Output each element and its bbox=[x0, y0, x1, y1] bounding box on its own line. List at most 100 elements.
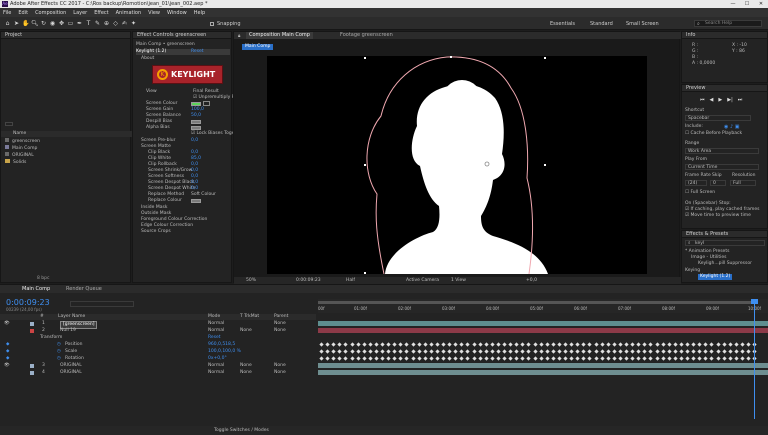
keyframe-icon[interactable] bbox=[465, 342, 471, 347]
search-icon[interactable] bbox=[5, 122, 13, 126]
keyframe-icon[interactable] bbox=[459, 342, 464, 347]
keyframe-icon[interactable] bbox=[410, 349, 416, 354]
keyframe-icon[interactable] bbox=[362, 342, 367, 347]
keyframe-icon[interactable] bbox=[679, 356, 684, 361]
keyframe-icon[interactable] bbox=[557, 356, 562, 361]
keyframe-icon[interactable] bbox=[740, 356, 745, 361]
stopwatch-icon[interactable]: ◷ bbox=[57, 356, 61, 362]
visibility-eye-icon[interactable]: 👁︎ bbox=[4, 363, 10, 369]
keyframe-icon[interactable] bbox=[484, 356, 489, 361]
table-row[interactable]: ◆ ◷ Rotation 0x+0,0° bbox=[0, 356, 316, 362]
keyframe-icon[interactable] bbox=[331, 356, 336, 361]
keyframe-icon[interactable] bbox=[429, 342, 434, 347]
keyframe-icon[interactable] bbox=[648, 356, 654, 361]
col-mode[interactable]: Mode bbox=[208, 314, 220, 320]
keyframe-icon[interactable] bbox=[697, 349, 702, 354]
keyframe-icon[interactable] bbox=[551, 349, 556, 354]
zoom-tool-icon[interactable]: 🔍︎ bbox=[31, 20, 39, 27]
camera-dropdown[interactable]: Active Camera bbox=[406, 277, 439, 284]
keyframe-icon[interactable] bbox=[496, 342, 501, 347]
hand-tool-icon[interactable]: ✋ bbox=[22, 20, 29, 27]
keyframe-icon[interactable] bbox=[593, 342, 599, 347]
keyframe-icon[interactable] bbox=[520, 356, 525, 361]
keyframe-icon[interactable] bbox=[447, 342, 452, 347]
keyframe-icon[interactable] bbox=[703, 349, 708, 354]
keyframe-icon[interactable] bbox=[697, 342, 702, 347]
effects-search-input[interactable]: ⌕ keyl bbox=[685, 240, 765, 246]
about-label[interactable]: About bbox=[141, 56, 154, 62]
keyframe-icon[interactable] bbox=[502, 342, 507, 347]
menu-effect[interactable]: Effect bbox=[94, 10, 108, 16]
keyframe-icon[interactable] bbox=[728, 342, 733, 347]
col-parent[interactable]: Parent bbox=[274, 314, 288, 320]
keyframe-icon[interactable] bbox=[508, 356, 513, 361]
project-tab[interactable]: Project bbox=[1, 32, 130, 39]
keyframe-icon[interactable] bbox=[362, 349, 367, 354]
frame-rate-dropdown[interactable]: (24) bbox=[685, 180, 707, 186]
include-video-icon[interactable]: ◉ ♪ ▣ bbox=[724, 124, 739, 130]
keyframe-icon[interactable] bbox=[691, 342, 696, 347]
keyframe-icon[interactable] bbox=[667, 342, 672, 347]
keyframe-icon[interactable] bbox=[349, 349, 355, 354]
keyframe-icon[interactable] bbox=[465, 349, 471, 354]
move-time-checkbox[interactable]: ☑ Move time to preview time bbox=[685, 213, 751, 219]
keyframe-icon[interactable] bbox=[343, 342, 349, 347]
col-layer-name[interactable]: Layer Name bbox=[58, 314, 85, 320]
selection-tool-icon[interactable]: ➤ bbox=[13, 20, 20, 27]
keyframe-icon[interactable] bbox=[398, 356, 403, 361]
fullscreen-checkbox[interactable]: ☐ Full Screen bbox=[685, 190, 715, 196]
visibility-eye-icon[interactable]: 👁︎ bbox=[4, 321, 10, 327]
rotate-tool-icon[interactable]: ↻ bbox=[40, 20, 47, 27]
keyframe-icon[interactable] bbox=[404, 356, 410, 361]
keyframe-icon[interactable] bbox=[746, 349, 751, 354]
table-row[interactable]: 2 Null 19 Normal None None bbox=[0, 328, 316, 334]
layer-bar[interactable] bbox=[318, 328, 768, 333]
keyframe-icon[interactable] bbox=[691, 356, 696, 361]
keyframe-icon[interactable] bbox=[380, 356, 385, 361]
keyframe-icon[interactable] bbox=[538, 356, 544, 361]
keyframe-icon[interactable] bbox=[721, 349, 727, 354]
keyframe-icon[interactable] bbox=[715, 342, 721, 347]
layer-bar[interactable] bbox=[318, 321, 768, 326]
workspace-standard[interactable]: Standard bbox=[590, 21, 613, 27]
keyframe-icon[interactable] bbox=[349, 342, 355, 347]
keyframe-icon[interactable] bbox=[410, 342, 416, 347]
keyframe-icon[interactable] bbox=[325, 356, 330, 361]
comp-viewer-canvas[interactable] bbox=[267, 56, 647, 274]
keyframe-icon[interactable] bbox=[532, 349, 538, 354]
info-tab[interactable]: Info bbox=[682, 32, 767, 39]
last-frame-icon[interactable]: ⏭ bbox=[738, 97, 743, 103]
keyframe-icon[interactable] bbox=[575, 349, 580, 354]
exposure-value[interactable]: +0,0 bbox=[526, 277, 537, 284]
keyframe-icon[interactable] bbox=[642, 349, 647, 354]
menu-composition[interactable]: Composition bbox=[35, 10, 66, 16]
keyframe-icon[interactable] bbox=[581, 356, 586, 361]
keyframe-icon[interactable] bbox=[606, 342, 611, 347]
tab-render-queue[interactable]: Render Queue bbox=[66, 285, 102, 293]
keyframe-icon[interactable] bbox=[429, 349, 434, 354]
keyframe-icon[interactable] bbox=[429, 356, 434, 361]
keyframe-icon[interactable] bbox=[386, 356, 391, 361]
tab-footage[interactable]: Footage greenscreen bbox=[340, 32, 393, 39]
keyframe-icon[interactable] bbox=[459, 349, 464, 354]
keyframe-icon[interactable] bbox=[386, 342, 391, 347]
keyframe-icon[interactable] bbox=[508, 349, 513, 354]
keyframe-icon[interactable] bbox=[593, 356, 599, 361]
screen-colour-swatch[interactable] bbox=[191, 102, 201, 106]
keyframe-icon[interactable] bbox=[599, 356, 605, 361]
keyframe-icon[interactable] bbox=[355, 349, 361, 354]
keyframe-icon[interactable] bbox=[343, 349, 349, 354]
keyframe-icon[interactable] bbox=[416, 349, 422, 354]
keyframe-icon[interactable] bbox=[587, 356, 593, 361]
replace-method-dropdown[interactable]: Soft Colour bbox=[191, 192, 216, 198]
keyframe-icon[interactable] bbox=[703, 356, 708, 361]
keyframe-icon[interactable] bbox=[721, 356, 727, 361]
keyframe-icon[interactable] bbox=[636, 342, 641, 347]
keyframe-icon[interactable] bbox=[557, 342, 562, 347]
play-icon[interactable]: ▶ bbox=[718, 97, 722, 103]
keyframe-icon[interactable] bbox=[624, 356, 629, 361]
next-frame-icon[interactable]: ▶| bbox=[727, 97, 733, 103]
keyframe-icon[interactable] bbox=[618, 356, 623, 361]
col-trkmat[interactable]: T TrkMat bbox=[240, 314, 259, 320]
despill-swatch[interactable] bbox=[191, 120, 201, 124]
